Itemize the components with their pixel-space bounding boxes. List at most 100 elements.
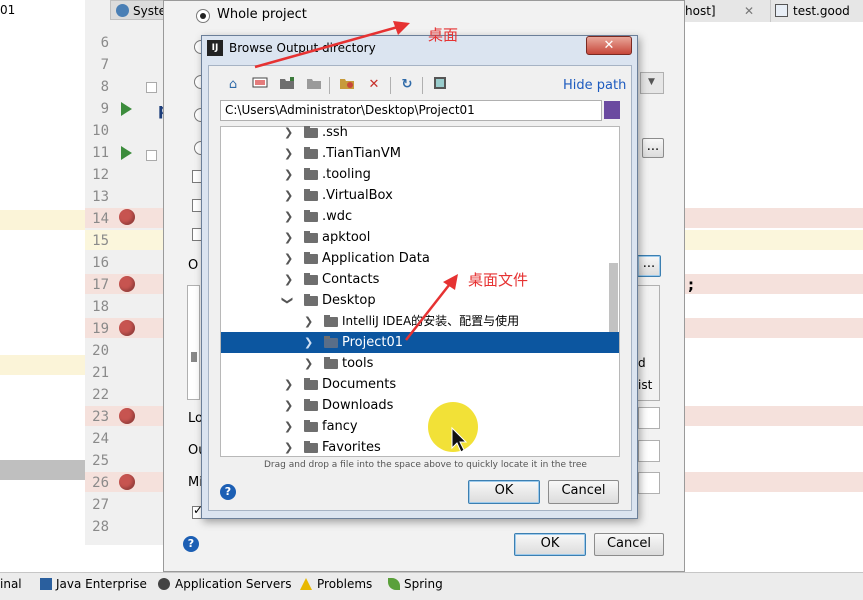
- highlight-band: [0, 355, 85, 375]
- java-enterprise-tab[interactable]: Java Enterprise: [56, 577, 147, 591]
- chevron-right-icon[interactable]: ❯: [304, 332, 313, 353]
- toolbar-separator: [329, 77, 330, 94]
- chevron-right-icon[interactable]: ❯: [284, 395, 293, 416]
- folder-icon: [304, 399, 318, 411]
- list-scroll-thumb[interactable]: [191, 352, 197, 362]
- tree-node-label: apktool: [322, 230, 371, 245]
- output-path-field[interactable]: [638, 440, 660, 462]
- chevron-right-icon[interactable]: ❯: [284, 227, 293, 248]
- tab-system[interactable]: Syste: [110, 0, 170, 20]
- tree-node-label: .ssh: [322, 125, 348, 140]
- line-number: 27: [92, 497, 109, 513]
- chevron-right-icon[interactable]: ❯: [284, 416, 293, 437]
- line-number: 18: [92, 299, 109, 315]
- tab-test[interactable]: test.good: [770, 0, 863, 22]
- tree-scrollbar[interactable]: [609, 263, 618, 333]
- spring-tab[interactable]: Spring: [404, 577, 443, 591]
- current-line: [685, 230, 863, 250]
- chevron-down-icon: ▼: [648, 77, 655, 87]
- fold-icon[interactable]: [146, 82, 157, 93]
- annotation-arrow: [254, 21, 410, 69]
- browse-button[interactable]: ...: [642, 138, 664, 158]
- chevron-right-icon[interactable]: ❯: [284, 374, 293, 395]
- sync-icon[interactable]: ↻: [398, 76, 416, 94]
- breakpoint-icon[interactable]: [119, 474, 135, 490]
- folder-icon: [304, 441, 318, 453]
- line-number: 15: [92, 233, 109, 249]
- folder-icon: [304, 294, 318, 306]
- chevron-right-icon[interactable]: ❯: [284, 164, 293, 185]
- line-number: 12: [92, 167, 109, 183]
- breakpoint-line: [685, 406, 863, 426]
- breakpoint-icon[interactable]: [119, 408, 135, 424]
- application-servers-tab[interactable]: Application Servers: [175, 577, 291, 591]
- line-number: 9: [100, 101, 109, 117]
- browse-cancel-button[interactable]: Cancel: [548, 480, 619, 504]
- line-number: 8: [100, 79, 109, 95]
- desktop-icon[interactable]: [251, 76, 269, 94]
- warning-icon: [300, 578, 312, 590]
- folder-icon: [324, 315, 338, 327]
- project-panel: 01: [0, 0, 85, 540]
- breakpoint-icon[interactable]: [119, 276, 135, 292]
- chevron-right-icon[interactable]: ❯: [284, 269, 293, 290]
- refresh-folder-icon[interactable]: [338, 76, 356, 94]
- close-icon[interactable]: ✕: [744, 0, 754, 22]
- show-hidden-icon[interactable]: [431, 76, 449, 94]
- hide-path-link[interactable]: Hide path: [563, 78, 626, 93]
- browse-output-button[interactable]: ...: [637, 255, 661, 277]
- fold-icon[interactable]: [146, 150, 157, 161]
- highlight-band: [0, 210, 85, 230]
- line-number: 19: [92, 321, 109, 337]
- help-icon[interactable]: ?: [183, 536, 199, 552]
- line-number: 6: [100, 35, 109, 51]
- annotation-desktop: 桌面: [428, 26, 459, 44]
- ok-button[interactable]: OK: [514, 533, 586, 556]
- breakpoint-line: [685, 472, 863, 492]
- table-icon: [775, 4, 788, 17]
- drag-hint: Drag and drop a file into the space abov…: [264, 460, 587, 470]
- run-icon[interactable]: [121, 102, 132, 116]
- folder-icon: [324, 357, 338, 369]
- home-icon[interactable]: ⌂: [224, 76, 242, 94]
- run-icon[interactable]: [121, 146, 132, 160]
- chevron-right-icon[interactable]: ❯: [284, 143, 293, 164]
- tab-host[interactable]: host] ✕: [680, 0, 770, 22]
- chevron-down-icon[interactable]: ❯: [277, 296, 298, 305]
- chevron-right-icon[interactable]: ❯: [304, 311, 313, 332]
- delete-icon[interactable]: ✕: [365, 76, 383, 94]
- breakpoint-icon[interactable]: [119, 209, 135, 225]
- fragment-text: ist: [638, 378, 653, 392]
- chevron-right-icon[interactable]: ❯: [284, 122, 293, 143]
- browse-ok-button[interactable]: OK: [468, 480, 540, 504]
- help-icon[interactable]: ?: [220, 484, 236, 500]
- output-list[interactable]: [187, 285, 200, 400]
- intellij-icon: IJ: [207, 40, 223, 56]
- highlight-band: [0, 460, 85, 480]
- location-field[interactable]: [638, 407, 660, 429]
- cancel-button[interactable]: Cancel: [594, 533, 664, 556]
- chevron-right-icon[interactable]: ❯: [284, 185, 293, 206]
- chevron-right-icon[interactable]: ❯: [284, 437, 293, 458]
- new-folder-icon[interactable]: [278, 76, 296, 94]
- close-button[interactable]: ✕: [586, 36, 632, 55]
- chevron-right-icon[interactable]: ❯: [304, 353, 313, 374]
- history-icon[interactable]: [604, 101, 620, 119]
- path-input[interactable]: C:\Users\Administrator\Desktop\Project01: [220, 100, 602, 121]
- tool-window-bar: inal Java Enterprise Application Servers…: [0, 572, 863, 600]
- class-icon: [116, 4, 129, 17]
- whole-project-radio[interactable]: [196, 9, 210, 23]
- folder-link-icon[interactable]: [305, 76, 323, 94]
- chevron-right-icon[interactable]: ❯: [284, 206, 293, 227]
- misc-field[interactable]: [638, 472, 660, 494]
- chevron-right-icon[interactable]: ❯: [284, 248, 293, 269]
- output-label: O: [188, 258, 199, 273]
- breakpoint-line: [685, 208, 863, 228]
- folder-icon: [324, 336, 338, 348]
- tree-node-label: Contacts: [322, 272, 380, 287]
- folder-icon: [304, 189, 318, 201]
- problems-tab[interactable]: Problems: [317, 577, 372, 591]
- breakpoint-icon[interactable]: [119, 320, 135, 336]
- terminal-tab[interactable]: inal: [0, 577, 22, 591]
- folder-icon: [304, 147, 318, 159]
